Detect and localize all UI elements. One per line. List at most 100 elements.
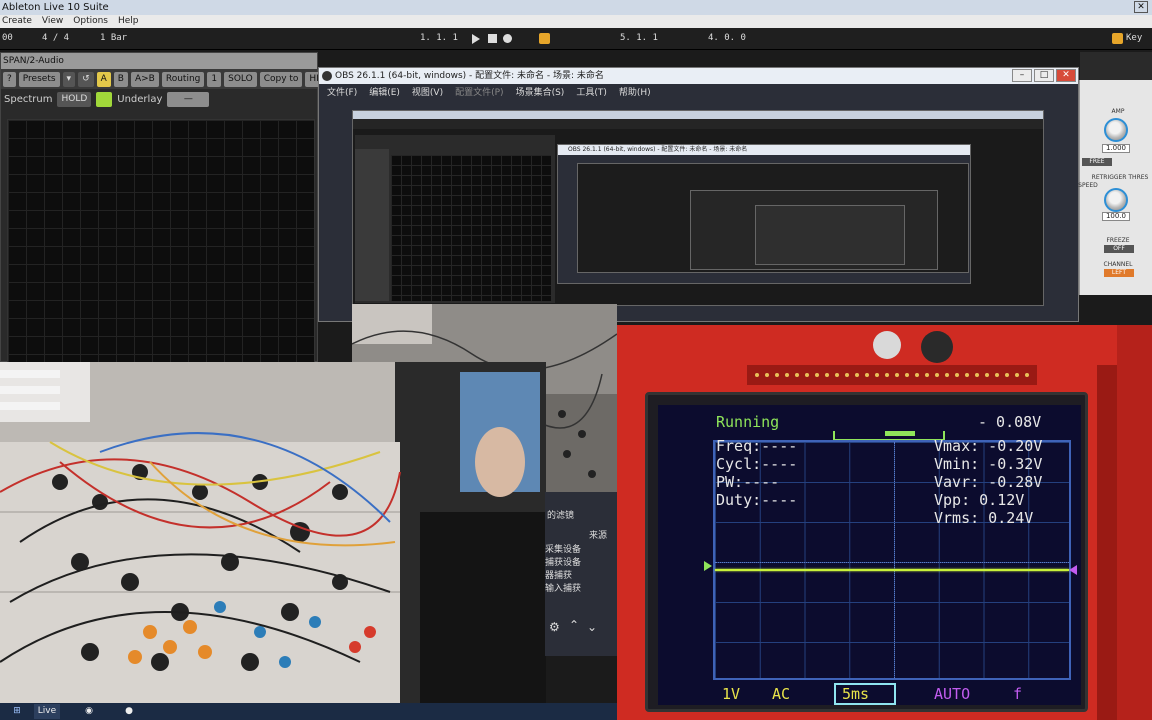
channel-marker-icon bbox=[704, 561, 712, 571]
a-button[interactable]: A bbox=[96, 71, 111, 87]
reset-icon[interactable]: ↺ bbox=[78, 71, 94, 87]
presets-button[interactable]: Presets bbox=[18, 71, 60, 87]
menu-options[interactable]: Options bbox=[73, 15, 108, 28]
menu-edit[interactable]: 编辑(E) bbox=[369, 84, 400, 102]
source-item[interactable]: 采集设备 bbox=[545, 542, 581, 555]
loop-length[interactable]: 4. 0. 0 bbox=[708, 33, 746, 43]
amp-knob[interactable] bbox=[1104, 118, 1128, 142]
ableton-title: Ableton Live 10 Suite bbox=[2, 2, 109, 13]
minimize-icon[interactable]: – bbox=[1012, 69, 1032, 82]
obs-title-bar: OBS 26.1.1 (64-bit, windows) - 配置文件: 未命名… bbox=[319, 68, 1078, 84]
scope-screen: Running - 0.08V Freq:---- Cycl:---- PW:-… bbox=[658, 405, 1081, 705]
source-item[interactable]: 捕获设备 bbox=[545, 555, 581, 568]
vavr-readout: Vavr: -0.28V bbox=[934, 473, 1043, 491]
quantize-menu[interactable]: 1 Bar bbox=[100, 33, 127, 43]
retrigger-knob[interactable] bbox=[1104, 188, 1128, 212]
stop-icon[interactable] bbox=[488, 34, 497, 43]
time-signature[interactable]: 4 / 4 bbox=[42, 33, 69, 43]
menu-help[interactable]: 帮助(H) bbox=[619, 84, 651, 102]
copy-to-button[interactable]: Copy to bbox=[259, 71, 303, 87]
oscilloscope: Running - 0.08V Freq:---- Cycl:---- PW:-… bbox=[645, 392, 1088, 712]
gear-icon[interactable]: ⚙ bbox=[549, 620, 560, 634]
source-item[interactable]: 输入捕获 bbox=[545, 581, 581, 594]
amp-value[interactable]: 1.000 bbox=[1102, 144, 1130, 153]
menu-scene-collection[interactable]: 场景集合(S) bbox=[516, 84, 565, 102]
underlay-select[interactable]: — bbox=[167, 91, 210, 107]
vpp-readout: Vpp: 0.12V bbox=[934, 491, 1025, 509]
b-button[interactable]: B bbox=[113, 71, 128, 87]
menu-view[interactable]: View bbox=[42, 15, 63, 28]
close-icon[interactable]: ✕ bbox=[1134, 1, 1148, 13]
chevron-down-icon[interactable]: ▾ bbox=[62, 71, 76, 87]
freq-readout: Freq:---- bbox=[716, 437, 798, 455]
span-plugin-window: SPAN/2-Audio ? Presets ▾ ↺ A B A>B Routi… bbox=[0, 52, 336, 411]
source-item[interactable]: 器捕获 bbox=[545, 568, 572, 581]
chrome-icon[interactable]: ◉ bbox=[78, 704, 100, 719]
key-map-button[interactable]: Key bbox=[1126, 33, 1142, 43]
menu-tools[interactable]: 工具(T) bbox=[576, 84, 607, 102]
nested-obs-title: OBS 26.1.1 (64-bit, windows) - 配置文件: 未命名… bbox=[558, 145, 970, 155]
ableton-title-bar: Ableton Live 10 Suite ✕ bbox=[0, 0, 1152, 15]
freeze-label: FREEZE bbox=[1106, 237, 1130, 244]
timebase: 5ms bbox=[842, 685, 870, 703]
sources-header: 来源 bbox=[589, 531, 608, 541]
freeze-button[interactable]: OFF bbox=[1104, 245, 1134, 253]
obs-icon[interactable]: ● bbox=[118, 704, 140, 719]
menu-view[interactable]: 视图(V) bbox=[412, 84, 443, 102]
hold-button[interactable]: HOLD bbox=[57, 91, 92, 107]
menu-help[interactable]: Help bbox=[118, 15, 139, 28]
device-panel: AMP 1.000 FREE RETRIGGER THRES SPEED 100… bbox=[1078, 80, 1152, 295]
automation-arm-icon[interactable] bbox=[539, 33, 550, 44]
webcam-feed-modular bbox=[0, 362, 546, 704]
spectrum-controls: Spectrum HOLD Underlay — bbox=[1, 91, 317, 107]
filters-tab[interactable]: 的滤镜 bbox=[547, 508, 574, 521]
channel-button[interactable]: LEFT bbox=[1104, 269, 1134, 277]
free-button[interactable]: FREE bbox=[1082, 158, 1112, 166]
menu-profile[interactable]: 配置文件(P) bbox=[455, 84, 503, 102]
arrangement-position[interactable]: 1. 1. 1 bbox=[420, 33, 458, 43]
obs-logo-icon bbox=[322, 71, 332, 81]
spectrum-label: Spectrum bbox=[4, 93, 53, 105]
obs-menu-bar: 文件(F) 编辑(E) 视图(V) 配置文件(P) 场景集合(S) 工具(T) … bbox=[319, 84, 1078, 102]
amp-label: AMP bbox=[1111, 108, 1125, 115]
start-icon[interactable]: ⊞ bbox=[4, 704, 30, 719]
tempo-field[interactable]: 00 bbox=[2, 33, 13, 43]
play-icon[interactable] bbox=[472, 34, 480, 44]
close-icon[interactable]: ✕ bbox=[1056, 69, 1076, 82]
vmax-readout: Vmax: -0.20V bbox=[934, 437, 1043, 455]
menu-file[interactable]: 文件(F) bbox=[327, 84, 357, 102]
taskbar: ⊞ Live ◉ ● bbox=[0, 703, 617, 720]
record-icon[interactable] bbox=[503, 34, 512, 43]
underlay-label: Underlay bbox=[117, 93, 163, 105]
solo-button[interactable]: SOLO bbox=[224, 71, 257, 87]
channel-field[interactable]: 1 bbox=[207, 71, 222, 87]
key-map-icon[interactable] bbox=[1112, 33, 1123, 44]
preview-span-window bbox=[355, 135, 555, 303]
trigger-edge-icon: f bbox=[1013, 685, 1023, 703]
menu-create[interactable]: Create bbox=[2, 15, 32, 28]
transport-bar: 00 4 / 4 1 Bar 1. 1. 1 5. 1. 1 4. 0. 0 K… bbox=[0, 28, 1152, 50]
chevron-up-icon[interactable]: ⌃ bbox=[569, 618, 579, 632]
hold-toggle[interactable] bbox=[96, 91, 113, 107]
vmin-readout: Vmin: -0.32V bbox=[934, 455, 1043, 473]
chevron-down-icon[interactable]: ⌄ bbox=[587, 620, 597, 634]
taskbar-live[interactable]: Live bbox=[34, 704, 60, 719]
vrms-readout: Vrms: 0.24V bbox=[934, 509, 1034, 527]
ableton-menu-bar: Create View Options Help bbox=[0, 15, 1152, 28]
help-button[interactable]: ? bbox=[3, 71, 16, 87]
retrigger-value[interactable]: 100.0 bbox=[1102, 212, 1130, 221]
loop-start[interactable]: 5. 1. 1 bbox=[620, 33, 658, 43]
maximize-icon[interactable]: □ bbox=[1034, 69, 1054, 82]
cycle-readout: Cycl:---- bbox=[716, 455, 798, 473]
speed-label: SPEED bbox=[1078, 182, 1098, 189]
coupling-mode: AC bbox=[772, 685, 791, 703]
channel-label: CHANNEL bbox=[1103, 261, 1133, 268]
scope-offset: - 0.08V bbox=[978, 413, 1042, 431]
volts-per-div: 1V bbox=[722, 685, 741, 703]
scope-trace bbox=[715, 569, 1069, 571]
a-to-b-button[interactable]: A>B bbox=[130, 71, 159, 87]
nested-preview-4 bbox=[755, 205, 905, 265]
span-toolbar: ? Presets ▾ ↺ A B A>B Routing 1 SOLO Cop… bbox=[1, 69, 336, 89]
routing-button[interactable]: Routing bbox=[161, 71, 205, 87]
span-title: SPAN/2-Audio bbox=[1, 53, 317, 69]
